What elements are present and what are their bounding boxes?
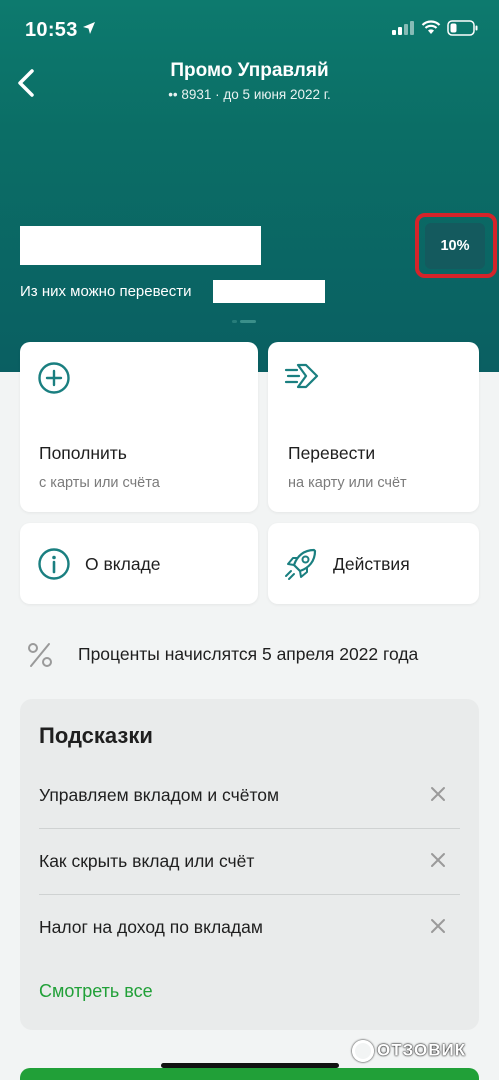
about-deposit-card[interactable]: О вкладе <box>20 523 258 604</box>
interest-info-row: Проценты начислятся 5 апреля 2022 года <box>0 630 499 680</box>
wifi-icon <box>421 20 441 34</box>
info-icon <box>38 548 70 580</box>
about-deposit-label: О вкладе <box>85 554 161 574</box>
watermark: ОТЗОВИК <box>352 1040 466 1066</box>
status-bar: 10:53 <box>0 0 499 56</box>
hints-title: Подсказки <box>39 723 153 748</box>
send-arrow-icon <box>284 363 319 389</box>
hint-item[interactable]: Налог на доход по вкладам <box>39 895 460 961</box>
interest-rate-badge: 10% <box>425 223 485 269</box>
location-arrow-icon <box>83 22 95 34</box>
hint-label: Как скрыть вклад или счёт <box>39 851 255 871</box>
transfer-label: Перевести <box>288 443 376 463</box>
page-indicator <box>232 318 258 324</box>
balance-redaction <box>20 226 261 265</box>
transfer-card[interactable]: Перевести на карту или счёт <box>268 342 479 512</box>
hints-panel: Подсказки Управляем вкладом и счётом Как… <box>20 699 479 1030</box>
battery-icon <box>447 20 478 36</box>
top-up-card[interactable]: Пополнить с карты или счёта <box>20 342 258 512</box>
page-title: Промо Управляй <box>170 60 329 81</box>
hint-item[interactable]: Управляем вкладом и счётом <box>39 763 460 829</box>
percent-icon <box>28 643 52 667</box>
close-icon[interactable] <box>426 848 450 872</box>
status-time: 10:53 <box>25 19 78 41</box>
account-subtitle: •• 8931 · до 5 июня 2022 г. <box>168 87 331 102</box>
close-icon[interactable] <box>426 914 450 938</box>
actions-label: Действия <box>333 554 410 574</box>
signal-icon <box>392 21 414 35</box>
interest-accrual-text: Проценты начислятся 5 апреля 2022 года <box>78 644 419 664</box>
hint-label: Налог на доход по вкладам <box>39 917 263 937</box>
rocket-icon <box>285 548 317 580</box>
top-up-label: Пополнить <box>39 443 127 463</box>
watermark-logo-icon <box>352 1040 374 1062</box>
plus-circle-icon <box>38 362 70 394</box>
transfer-sub: на карту или счёт <box>288 475 407 491</box>
top-up-sub: с карты или счёта <box>39 475 160 491</box>
hint-label: Управляем вкладом и счётом <box>39 785 280 805</box>
home-indicator <box>161 1063 339 1068</box>
bottom-action-button[interactable] <box>20 1068 479 1080</box>
transferable-label: Из них можно перевести <box>20 283 192 300</box>
transferable-redaction <box>213 280 325 303</box>
watermark-text: ОТЗОВИК <box>377 1040 467 1060</box>
hint-item[interactable]: Как скрыть вклад или счёт <box>39 829 460 895</box>
close-icon[interactable] <box>426 782 450 806</box>
actions-card[interactable]: Действия <box>268 523 479 604</box>
see-all-link[interactable]: Смотреть все <box>39 981 153 1002</box>
